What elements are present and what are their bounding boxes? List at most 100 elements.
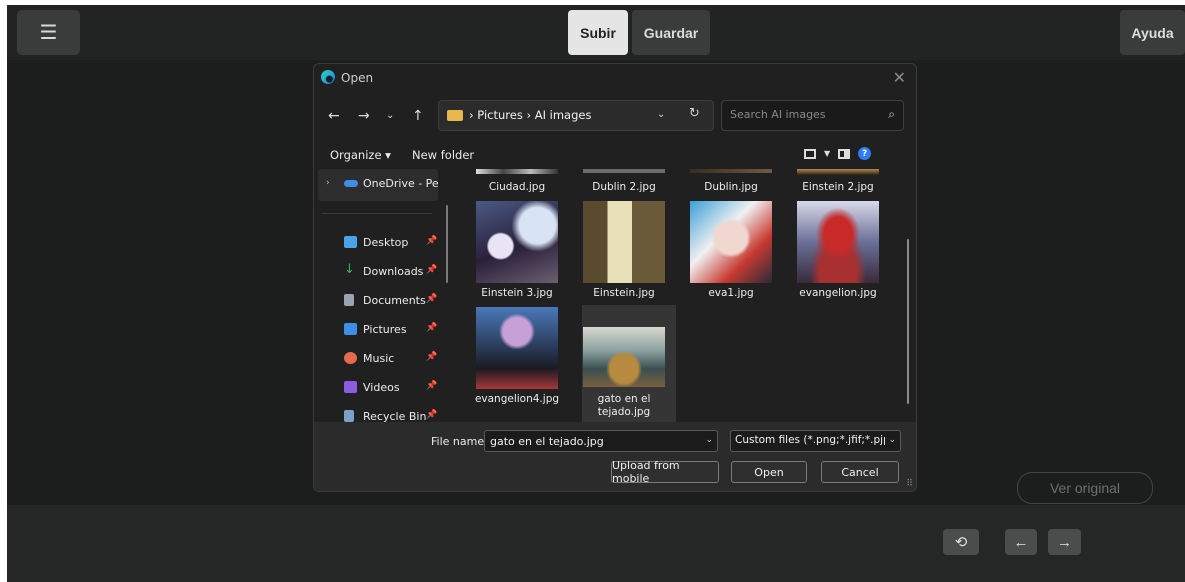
file-item-selected[interactable]: gato en el tejado.jpg bbox=[575, 307, 673, 422]
thumbnail bbox=[797, 169, 879, 175]
search-box[interactable]: ⌕ bbox=[721, 100, 904, 131]
file-item[interactable]: evangelion.jpg bbox=[789, 201, 887, 301]
file-item[interactable]: Dublin.jpg bbox=[682, 169, 780, 199]
dialog-titlebar: Open ✕ bbox=[314, 64, 916, 94]
file-name-field[interactable]: ⌄ bbox=[484, 430, 718, 452]
file-item[interactable]: Einstein 2.jpg bbox=[789, 169, 887, 199]
new-folder-button[interactable]: New folder bbox=[412, 148, 474, 162]
file-name: Einstein.jpg bbox=[593, 287, 655, 299]
back-arrow-icon[interactable]: ← bbox=[328, 108, 340, 124]
change-view-icon[interactable] bbox=[804, 148, 816, 159]
file-item[interactable]: Ciudad.jpg bbox=[468, 169, 566, 199]
pin-icon: 📌 bbox=[426, 265, 438, 275]
chevron-down-icon[interactable]: ⌄ bbox=[705, 435, 713, 445]
videos-icon bbox=[344, 381, 357, 393]
forward-arrow-icon[interactable]: → bbox=[358, 108, 370, 124]
file-item[interactable]: evangelion4.jpg bbox=[468, 307, 566, 407]
search-input[interactable] bbox=[728, 107, 872, 122]
close-icon[interactable]: ✕ bbox=[893, 68, 906, 87]
organize-button[interactable]: Organize ▾ bbox=[330, 148, 391, 162]
cancel-button[interactable]: Cancel bbox=[821, 461, 899, 483]
file-name: Einstein 2.jpg bbox=[802, 181, 874, 193]
navigation-pane: › OneDrive - Pers Desktop 📌 ↓ Downloads … bbox=[314, 169, 444, 423]
undo-icon: ⟲ bbox=[954, 534, 968, 551]
breadcrumb-ai-images[interactable]: AI images bbox=[535, 108, 592, 122]
help-icon[interactable]: ? bbox=[858, 147, 872, 160]
help-button[interactable]: Ayuda bbox=[1120, 10, 1185, 55]
next-button[interactable]: → bbox=[1048, 529, 1081, 555]
file-name: Dublin.jpg bbox=[704, 181, 758, 193]
thumbnail bbox=[476, 307, 558, 389]
music-icon bbox=[344, 352, 357, 364]
thumbnail bbox=[476, 169, 558, 174]
thumbnail bbox=[476, 201, 558, 283]
downloads-icon: ↓ bbox=[344, 262, 355, 277]
save-button[interactable]: Guardar bbox=[632, 10, 710, 55]
dialog-title: Open bbox=[341, 71, 374, 85]
top-toolbar: ☰ Subir Guardar Ayuda bbox=[7, 5, 1185, 60]
breadcrumb-pictures[interactable]: Pictures bbox=[477, 108, 523, 122]
recycle-bin-icon bbox=[344, 410, 354, 422]
thumbnail bbox=[583, 327, 665, 387]
dialog-footer: File name: ⌄ Custom files (*.png;*.jfif;… bbox=[314, 422, 916, 491]
open-file-dialog: Open ✕ ← → ⌄ ↑ › Pictures › AI images ⌄ … bbox=[313, 63, 917, 492]
pin-icon: 📌 bbox=[426, 352, 438, 362]
pin-icon: 📌 bbox=[426, 294, 438, 304]
address-dropdown-chevron-icon[interactable]: ⌄ bbox=[657, 109, 665, 120]
file-name: eva1.jpg bbox=[708, 287, 754, 299]
file-type-select[interactable]: Custom files (*.png;*.jfif;*.pjp;* ⌄ bbox=[730, 430, 901, 452]
file-list-scrollbar[interactable] bbox=[907, 239, 909, 404]
view-options-chevron-icon[interactable]: ▼ bbox=[824, 149, 830, 158]
open-button[interactable]: Open bbox=[731, 461, 807, 483]
up-arrow-icon[interactable]: ↑ bbox=[412, 108, 424, 124]
thumbnail bbox=[583, 201, 665, 283]
thumbnail bbox=[690, 169, 772, 173]
hamburger-menu-button[interactable]: ☰ bbox=[17, 10, 80, 55]
address-bar[interactable]: › Pictures › AI images ⌄ ↻ bbox=[438, 100, 714, 131]
file-name-label: File name: bbox=[431, 435, 488, 448]
resize-grip-icon[interactable]: ⠿ bbox=[906, 479, 913, 489]
nav-divider bbox=[322, 213, 432, 214]
file-name-input[interactable] bbox=[488, 434, 702, 449]
pin-icon: 📌 bbox=[426, 381, 438, 391]
upload-from-mobile-button[interactable]: Upload from mobile bbox=[611, 459, 719, 485]
thumbnail bbox=[690, 201, 772, 283]
recent-locations-chevron-icon[interactable]: ⌄ bbox=[386, 110, 394, 121]
sidebar-item-onedrive[interactable]: › OneDrive - Pers bbox=[318, 169, 438, 201]
pin-icon: 📌 bbox=[426, 410, 438, 420]
edge-browser-icon bbox=[321, 70, 335, 84]
file-name: Einstein 3.jpg bbox=[481, 287, 553, 299]
undo-button[interactable]: ⟲ bbox=[943, 529, 979, 555]
navigation-row: ← → ⌄ ↑ › Pictures › AI images ⌄ ↻ ⌕ bbox=[314, 98, 916, 134]
chevron-down-icon[interactable]: ⌄ bbox=[888, 435, 896, 445]
sidebar-item-label: OneDrive - Pers bbox=[363, 177, 438, 190]
nav-pane-scrollbar[interactable] bbox=[446, 205, 448, 283]
view-controls: ▼ ? bbox=[804, 147, 872, 160]
onedrive-cloud-icon bbox=[344, 180, 358, 187]
thumbnail bbox=[797, 201, 879, 283]
file-name: gato en el tejado.jpg bbox=[597, 393, 651, 418]
hamburger-menu-icon: ☰ bbox=[39, 22, 58, 44]
file-item[interactable]: Dublin 2.jpg bbox=[575, 169, 673, 199]
thumbnail bbox=[583, 169, 665, 173]
upload-button[interactable]: Subir bbox=[568, 10, 628, 55]
file-name: evangelion.jpg bbox=[799, 287, 877, 299]
pin-icon: 📌 bbox=[426, 323, 438, 333]
preview-pane-icon[interactable] bbox=[838, 148, 851, 159]
bottom-panel: ⟲ ← → bbox=[7, 505, 1185, 582]
pin-icon: 📌 bbox=[426, 236, 438, 246]
documents-icon bbox=[344, 294, 354, 306]
expand-chevron-icon[interactable]: › bbox=[326, 178, 330, 188]
file-list: Ciudad.jpg Dublin 2.jpg Dublin.jpg Einst… bbox=[454, 169, 904, 422]
arrow-right-icon: → bbox=[1057, 533, 1072, 551]
file-item[interactable]: Einstein 3.jpg bbox=[468, 201, 566, 301]
prev-button[interactable]: ← bbox=[1005, 529, 1037, 555]
view-original-button[interactable]: Ver original bbox=[1017, 472, 1153, 504]
file-name: Ciudad.jpg bbox=[488, 181, 546, 193]
search-icon[interactable]: ⌕ bbox=[888, 107, 895, 122]
file-item[interactable]: eva1.jpg bbox=[682, 201, 780, 301]
file-name: Dublin 2.jpg bbox=[592, 181, 656, 193]
refresh-icon[interactable]: ↻ bbox=[689, 106, 700, 121]
folder-icon bbox=[447, 110, 463, 121]
file-item[interactable]: Einstein.jpg bbox=[575, 201, 673, 301]
